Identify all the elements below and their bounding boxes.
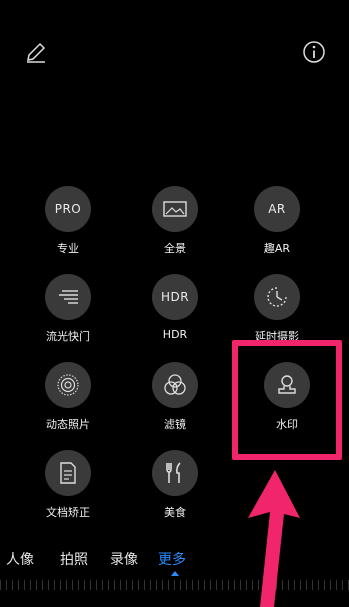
mode-food[interactable]: 美食	[135, 450, 215, 520]
panorama-icon	[152, 186, 198, 232]
mode-label: 文档矫正	[46, 506, 90, 519]
mode-light-painting[interactable]: 流光快门	[28, 274, 108, 344]
mode-label: 流光快门	[46, 330, 90, 343]
mode-pro[interactable]: PRO 专业	[28, 186, 108, 256]
timelapse-icon	[254, 274, 300, 320]
fork-knife-icon	[152, 450, 198, 496]
info-icon[interactable]	[302, 40, 326, 64]
mode-panorama[interactable]: 全景	[135, 186, 215, 256]
light-trails-icon	[45, 274, 91, 320]
mode-label: 动态照片	[46, 418, 90, 431]
tab-more[interactable]: 更多	[158, 549, 186, 569]
mode-hdr[interactable]: HDR HDR	[135, 274, 215, 341]
moving-picture-icon	[45, 362, 91, 408]
active-tab-indicator	[171, 571, 179, 576]
mode-label: HDR	[162, 328, 188, 341]
mode-moving-picture[interactable]: 动态照片	[28, 362, 108, 432]
document-icon	[45, 450, 91, 496]
pro-icon: PRO	[45, 186, 91, 232]
edit-pencil-icon[interactable]	[24, 40, 48, 64]
mode-timelapse[interactable]: 延时摄影	[237, 274, 317, 344]
tab-portrait[interactable]: 人像	[6, 549, 34, 569]
tab-video[interactable]: 录像	[110, 549, 138, 569]
arrow-up-icon	[248, 470, 300, 607]
mode-label: 趣AR	[263, 242, 291, 255]
mode-document[interactable]: 文档矫正	[28, 450, 108, 520]
mode-label: 专业	[57, 242, 79, 255]
mode-label: 滤镜	[164, 418, 186, 431]
ar-icon: AR	[254, 186, 300, 232]
tab-photo[interactable]: 拍照	[60, 549, 88, 569]
filter-icon	[152, 362, 198, 408]
hdr-icon: HDR	[152, 274, 198, 320]
mode-label: 美食	[164, 506, 186, 519]
mode-ar[interactable]: AR 趣AR	[237, 186, 317, 256]
mode-label: 全景	[164, 242, 186, 255]
highlight-box	[232, 340, 342, 460]
mode-filter[interactable]: 滤镜	[135, 362, 215, 432]
